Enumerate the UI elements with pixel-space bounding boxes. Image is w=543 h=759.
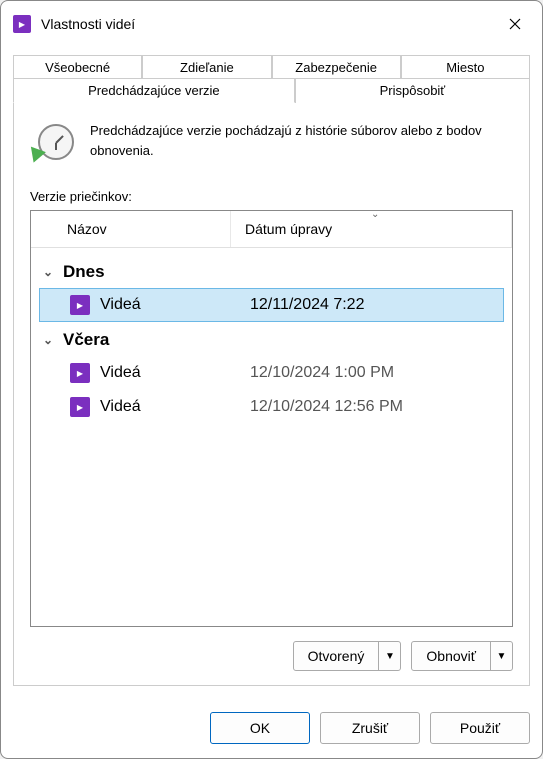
open-button[interactable]: Otvorený ▼ <box>293 641 402 671</box>
versions-list[interactable]: ⌄ Dnes Videá 12/11/2024 7:22 ⌄ Včera <box>31 248 512 626</box>
open-button-label: Otvorený <box>294 642 379 670</box>
tab-security[interactable]: Zabezpečenie <box>272 55 401 79</box>
restore-button-dropdown[interactable]: ▼ <box>490 642 512 670</box>
tab-customize[interactable]: Prispôsobiť <box>295 78 530 103</box>
version-date: 12/11/2024 7:22 <box>250 296 364 314</box>
dialog-buttons: OK Zrušiť Použiť <box>1 698 542 758</box>
version-row[interactable]: Videá 12/10/2024 12:56 PM <box>39 390 504 424</box>
video-folder-icon <box>70 397 90 417</box>
versions-listbox: Názov ⌄ Dátum úpravy ⌄ Dnes Videá 12/11/… <box>30 210 513 627</box>
titlebar: Vlastnosti videí <box>1 1 542 47</box>
tab-previous-versions[interactable]: Predchádzajúce verzie <box>13 78 295 103</box>
version-name: Videá <box>100 364 240 382</box>
group-header-today[interactable]: ⌄ Dnes <box>39 254 504 288</box>
version-row[interactable]: Videá 12/10/2024 1:00 PM <box>39 356 504 390</box>
open-button-dropdown[interactable]: ▼ <box>378 642 400 670</box>
version-date: 12/10/2024 1:00 PM <box>250 364 394 382</box>
properties-dialog: Vlastnosti videí Všeobecné Zdieľanie Zab… <box>0 0 543 759</box>
column-header-name[interactable]: Názov <box>31 211 231 247</box>
version-name: Videá <box>100 398 240 416</box>
ok-button[interactable]: OK <box>210 712 310 744</box>
dialog-content: Všeobecné Zdieľanie Zabezpečenie Miesto … <box>1 47 542 698</box>
apply-button[interactable]: Použiť <box>430 712 530 744</box>
video-folder-icon <box>13 15 31 33</box>
tab-general[interactable]: Všeobecné <box>13 55 142 79</box>
video-folder-icon <box>70 295 90 315</box>
version-row[interactable]: Videá 12/11/2024 7:22 <box>39 288 504 322</box>
column-headers: Názov ⌄ Dátum úpravy <box>31 211 512 248</box>
tab-strip: Všeobecné Zdieľanie Zabezpečenie Miesto … <box>13 55 530 103</box>
video-folder-icon <box>70 363 90 383</box>
version-name: Videá <box>100 296 240 314</box>
info-text: Predchádzajúce verzie pochádzajú z histó… <box>90 121 513 160</box>
group-label: Dnes <box>63 262 105 282</box>
group-header-yesterday[interactable]: ⌄ Včera <box>39 322 504 356</box>
window-title: Vlastnosti videí <box>41 16 490 32</box>
restore-button[interactable]: Obnoviť ▼ <box>411 641 513 671</box>
history-clock-icon <box>30 121 74 165</box>
action-buttons: Otvorený ▼ Obnoviť ▼ <box>30 641 513 671</box>
column-header-date-label: Dátum úpravy <box>245 221 332 237</box>
group-label: Včera <box>63 330 109 350</box>
versions-label: Verzie priečinkov: <box>30 189 513 204</box>
tab-sharing[interactable]: Zdieľanie <box>142 55 271 79</box>
close-icon <box>509 18 521 30</box>
tab-panel-previous-versions: Predchádzajúce verzie pochádzajú z histó… <box>13 102 530 686</box>
chevron-down-icon: ⌄ <box>43 265 57 279</box>
info-row: Predchádzajúce verzie pochádzajú z histó… <box>30 121 513 165</box>
tab-location[interactable]: Miesto <box>401 55 530 79</box>
close-button[interactable] <box>500 9 530 39</box>
sort-indicator-icon: ⌄ <box>371 210 379 220</box>
chevron-down-icon: ⌄ <box>43 333 57 347</box>
cancel-button[interactable]: Zrušiť <box>320 712 420 744</box>
version-date: 12/10/2024 12:56 PM <box>250 398 403 416</box>
restore-button-label: Obnoviť <box>412 642 490 670</box>
column-header-date[interactable]: ⌄ Dátum úpravy <box>231 211 512 247</box>
